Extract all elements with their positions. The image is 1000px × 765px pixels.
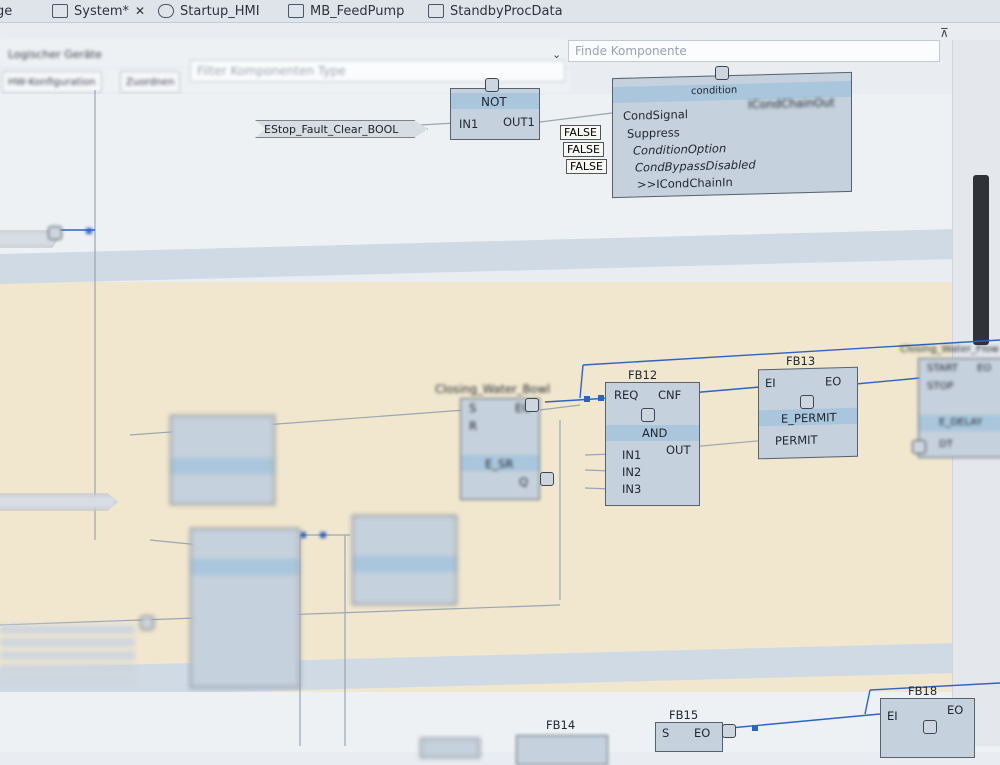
constant-false[interactable]: FALSE [566, 159, 607, 174]
variable-estop-fault-clear[interactable]: EStop_Fault_Clear_BOOL [255, 120, 428, 138]
connection-node[interactable] [752, 725, 758, 731]
block-type: E_PERMIT [781, 410, 837, 426]
event-icon [641, 408, 655, 422]
constant-false[interactable]: FALSE [563, 142, 604, 157]
variable-offscreen[interactable] [0, 493, 118, 511]
instance-name: FB14 [546, 718, 576, 732]
event-icon[interactable] [48, 226, 62, 240]
block-type: condition [691, 84, 738, 98]
event-icon[interactable] [540, 472, 554, 486]
connection-node[interactable] [598, 395, 604, 401]
block-type: NOT [481, 95, 507, 109]
port-in1[interactable]: IN1 [622, 448, 641, 462]
port-q[interactable]: Q [519, 475, 528, 489]
function-block[interactable]: S EO [655, 722, 723, 752]
connection-node[interactable] [86, 228, 92, 234]
event-icon [715, 66, 729, 80]
event-icon [800, 395, 814, 409]
port-dt[interactable]: DT [939, 439, 953, 450]
instance-name: FB13 [786, 354, 816, 368]
variable-list [0, 625, 135, 685]
port-stop[interactable]: STOP [927, 381, 953, 392]
port-cond-chain-out[interactable]: ICondChainOut [748, 95, 835, 111]
function-block[interactable] [190, 528, 300, 688]
function-block-and[interactable]: REQ CNF AND IN1 OUT IN2 IN3 [605, 382, 700, 506]
function-block-condition[interactable]: condition CondSignal ICondChainOut Suppr… [612, 71, 852, 199]
instance-name: FB15 [669, 708, 699, 722]
port-eo[interactable]: EO [947, 703, 963, 717]
function-block-e-delay[interactable]: START EO STOP E_DELAY DT [918, 358, 1000, 458]
port-condition-option[interactable]: ConditionOption [633, 141, 726, 157]
port-eo[interactable]: EO [825, 374, 841, 388]
port-in3[interactable]: IN3 [622, 482, 641, 496]
constant-false[interactable]: FALSE [560, 125, 601, 140]
function-block-e-permit[interactable]: EI EO E_PERMIT PERMIT [758, 366, 858, 460]
port-cnf[interactable]: CNF [658, 388, 681, 402]
instance-name: FB12 [628, 368, 658, 382]
instance-name: FB18 [908, 684, 938, 698]
event-icon [923, 720, 937, 734]
port-cond-bypass-disabled[interactable]: CondBypassDisabled [635, 157, 756, 174]
port-start[interactable]: START [927, 363, 958, 374]
port-ei[interactable]: EI [887, 709, 898, 723]
connection-node[interactable] [584, 396, 590, 402]
port-in1[interactable]: IN1 [459, 117, 478, 131]
port-r[interactable]: R [469, 419, 477, 433]
port-cond-chain-in[interactable]: >>ICondChainIn [637, 175, 733, 192]
function-block-e-sr[interactable]: S EO R E_SR Q [460, 398, 540, 500]
instance-name: Closing_Water_Bowl [435, 382, 551, 396]
block-type: AND [642, 426, 668, 440]
function-block[interactable] [420, 738, 480, 758]
block-type: E_SR [485, 457, 514, 471]
port-out[interactable]: OUT [666, 443, 691, 457]
port-in2[interactable]: IN2 [622, 465, 641, 479]
instance-name: Closing_Water_Flow [900, 344, 999, 355]
port-ei[interactable]: EI [765, 376, 776, 390]
event-icon[interactable] [912, 440, 926, 454]
port-out1[interactable]: OUT1 [503, 115, 535, 129]
connection-node[interactable] [300, 532, 306, 538]
port-suppress[interactable]: Suppress [627, 125, 680, 140]
port-s[interactable]: S [469, 401, 476, 415]
function-block[interactable] [516, 735, 608, 765]
function-block[interactable] [352, 515, 457, 605]
port-eo[interactable]: EO [694, 726, 710, 740]
port-s[interactable]: S [662, 726, 669, 740]
event-icon[interactable] [722, 724, 736, 738]
event-icon[interactable] [525, 398, 539, 412]
event-icon[interactable] [140, 616, 154, 630]
function-block[interactable] [170, 415, 275, 505]
connection-node[interactable] [320, 532, 326, 538]
event-icon [485, 78, 499, 92]
function-block-not[interactable]: NOT IN1 OUT1 [450, 88, 540, 140]
port-cond-signal[interactable]: CondSignal [623, 107, 688, 123]
port-eo[interactable]: EO [977, 363, 991, 374]
port-req[interactable]: REQ [614, 388, 638, 402]
block-type: E_DELAY [939, 417, 983, 428]
port-permit[interactable]: PERMIT [775, 433, 818, 448]
